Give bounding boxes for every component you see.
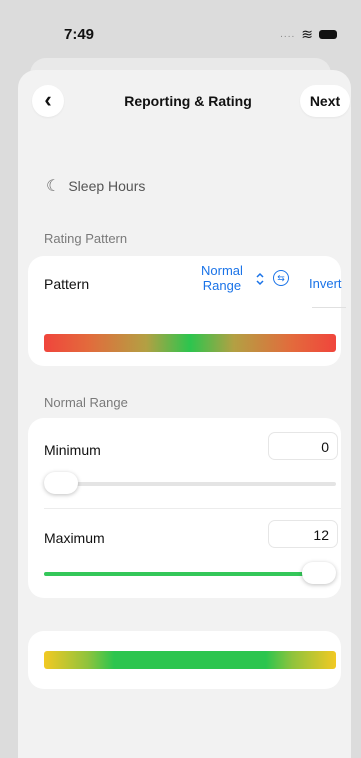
chevron-left-icon: ‹ <box>44 86 52 112</box>
battery-icon <box>319 30 337 39</box>
metric-header: ☾ Sleep Hours <box>46 176 145 196</box>
wifi-icon: ≋ <box>301 26 313 42</box>
divider <box>312 307 346 308</box>
pattern-label: Pattern <box>44 276 90 292</box>
divider <box>44 508 341 509</box>
range-gradient-bar <box>44 651 336 669</box>
status-bar: 7:49 .... ≋ <box>0 0 361 58</box>
invert-icon[interactable]: ⇆ <box>273 270 289 286</box>
normal-range-card: Minimum 0 Maximum 12 <box>28 418 341 598</box>
rating-pattern-card: Pattern Normal Range ⇆ Invert <box>28 256 346 366</box>
invert-button[interactable]: Invert <box>309 276 342 291</box>
pattern-select-line1: Normal <box>201 263 243 278</box>
maximum-slider-fill <box>44 572 319 576</box>
minimum-label: Minimum <box>44 442 101 458</box>
modal-sheet: ‹ Reporting & Rating Next ☾ Sleep Hours … <box>18 70 351 758</box>
back-button[interactable]: ‹ <box>32 85 64 117</box>
rating-gradient-bar <box>44 334 336 352</box>
range-preview-card <box>28 631 341 689</box>
signal-icon: .... <box>280 29 296 40</box>
rating-pattern-section-label: Rating Pattern <box>44 231 128 246</box>
moon-icon: ☾ <box>46 178 61 195</box>
page-title: Reporting & Rating <box>124 93 252 109</box>
minimum-input[interactable]: 0 <box>268 432 338 460</box>
maximum-slider-thumb[interactable] <box>302 562 336 584</box>
next-button[interactable]: Next <box>300 85 350 117</box>
pattern-select-line2: Range <box>202 278 242 293</box>
minimum-slider[interactable] <box>44 472 336 494</box>
maximum-label: Maximum <box>44 530 105 546</box>
maximum-input[interactable]: 12 <box>268 520 338 548</box>
minimum-slider-thumb[interactable] <box>44 472 78 494</box>
status-time: 7:49 <box>64 26 95 43</box>
normal-range-section-label: Normal Range <box>44 395 128 410</box>
maximum-slider[interactable] <box>44 562 336 584</box>
chevron-updown-icon <box>255 272 265 289</box>
pattern-select[interactable]: Normal Range <box>201 263 243 293</box>
status-icons: .... ≋ <box>280 26 337 43</box>
metric-label: Sleep Hours <box>68 178 146 194</box>
